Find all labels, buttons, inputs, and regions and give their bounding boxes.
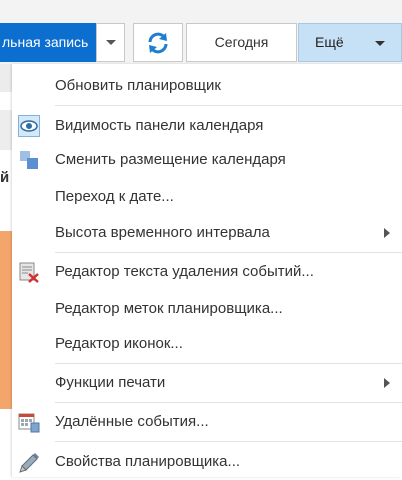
menu-item-label: Обновить планировщик [55,77,221,94]
chevron-down-icon [375,41,385,46]
new-record-dropdown-button[interactable] [96,23,125,62]
menu-item-change-calendar-layout[interactable]: Сменить размещение календаря [12,142,402,178]
more-button[interactable]: Ещё [298,23,402,62]
refresh-button[interactable] [133,23,183,62]
menu-item-icon-editor[interactable]: Редактор иконок... [12,326,402,362]
menu-separator [55,105,402,106]
menu-item-go-to-date[interactable]: Переход к дате... [12,179,402,215]
menu-item-label: Видимость панели календаря [55,117,264,134]
menu-item-print-functions[interactable]: Функции печати [12,365,402,401]
menu-item-refresh-scheduler[interactable]: Обновить планировщик [12,68,402,104]
menu-separator [55,363,402,364]
deleted-events-icon [18,413,40,433]
menu-item-label: Редактор иконок... [55,335,183,352]
menu-item-time-interval-height[interactable]: Высота временного интервала [12,215,402,251]
menu-separator [55,252,402,253]
more-menu: Обновить планировщик Видимость панели ка… [12,64,402,477]
eye-icon [18,115,40,137]
calendar-day-fragment: й [0,169,10,186]
calendar-header-band [0,64,12,92]
menu-item-calendar-panel-visibility[interactable]: Видимость панели календаря [12,108,402,144]
menu-item-label: Высота временного интервала [55,224,270,241]
menu-item-label: Функции печати [55,374,166,391]
chevron-right-icon [384,228,390,238]
refresh-icon [148,32,168,53]
calendar-row-band [0,110,12,150]
menu-item-label: Свойства планировщика... [55,453,241,470]
menu-item-label-editor[interactable]: Редактор меток планировщика... [12,291,402,327]
more-button-label: Ещё [315,34,344,50]
menu-item-delete-text-editor[interactable]: Редактор текста удаления событий... [12,254,402,290]
menu-item-label: Редактор меток планировщика... [55,300,283,317]
menu-item-label: Сменить размещение календаря [55,151,286,168]
new-record-button[interactable]: льная запись [0,23,96,62]
scheduler-toolbar: льная запись Сегодня Ещё [0,0,402,64]
chevron-down-icon [105,40,116,45]
chevron-right-icon [384,378,390,388]
menu-separator [55,441,402,442]
today-button[interactable]: Сегодня [186,23,297,62]
menu-item-deleted-events[interactable]: Удалённые события... [12,404,402,440]
menu-item-scheduler-properties[interactable]: Свойства планировщика... [12,444,402,480]
menu-item-label: Переход к дате... [55,188,174,205]
menu-item-label: Редактор текста удаления событий... [55,263,314,280]
delete-text-editor-icon [19,262,39,283]
menu-separator [55,402,402,403]
pencil-icon [19,453,39,473]
calendar-event-block[interactable] [0,231,12,409]
menu-item-label: Удалённые события... [55,413,209,430]
layout-icon [20,151,38,169]
